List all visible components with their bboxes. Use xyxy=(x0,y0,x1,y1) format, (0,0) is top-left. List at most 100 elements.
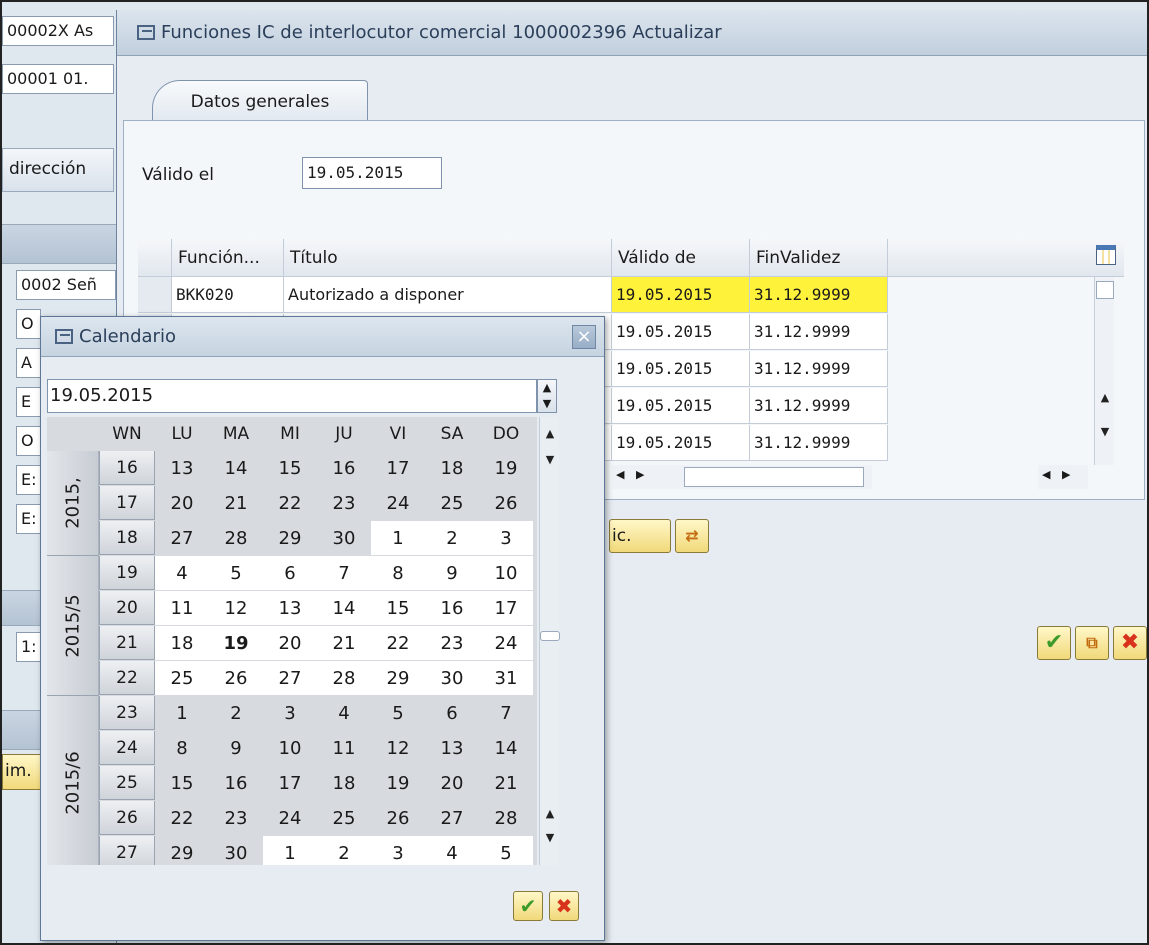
calendar-day[interactable]: 19 xyxy=(371,766,425,800)
col-header-titulo[interactable]: Título xyxy=(284,239,612,277)
calendar-day[interactable]: 14 xyxy=(209,451,263,485)
month-label[interactable]: 2015/6 xyxy=(47,696,99,865)
table-cell[interactable]: 31.12.9999 xyxy=(750,314,888,350)
calendar-scrollbar[interactable]: ▲ ▼ ▲ ▼ xyxy=(539,417,560,865)
spin-up-icon[interactable]: ▲ xyxy=(538,380,556,396)
calendar-title-bar[interactable]: Calendario xyxy=(41,317,604,357)
bg-field-left-2[interactable]: O xyxy=(16,309,41,339)
calendar-day[interactable]: 5 xyxy=(479,836,533,865)
calendar-day[interactable]: 26 xyxy=(209,661,263,695)
table-cell[interactable]: 31.12.9999 xyxy=(750,388,888,424)
calendar-day[interactable]: 20 xyxy=(155,486,209,520)
week-number[interactable]: 27 xyxy=(99,836,155,865)
bg-button-im[interactable]: im. xyxy=(2,754,42,790)
scroll-left-arrow[interactable]: ◀ xyxy=(616,468,624,481)
confirm-button[interactable]: ✔ xyxy=(1037,626,1071,660)
calendar-day[interactable]: 7 xyxy=(317,556,371,590)
calendar-day[interactable]: 17 xyxy=(371,451,425,485)
table-cell[interactable]: 19.05.2015 xyxy=(612,314,750,350)
calendar-day[interactable]: 8 xyxy=(371,556,425,590)
spin-down-icon[interactable]: ▼ xyxy=(538,396,556,412)
week-number[interactable]: 22 xyxy=(99,661,155,695)
calendar-day[interactable]: 2 xyxy=(317,836,371,865)
bg-field-left-6[interactable]: E: xyxy=(16,465,41,495)
calendar-day[interactable]: 5 xyxy=(209,556,263,590)
table-cell[interactable]: 19.05.2015 xyxy=(612,277,750,313)
cal-scroll-thumb[interactable] xyxy=(540,631,560,641)
calendar-day[interactable]: 20 xyxy=(425,766,479,800)
calendar-day[interactable]: 27 xyxy=(263,661,317,695)
calendar-day[interactable]: 22 xyxy=(371,626,425,660)
calendar-day[interactable]: 19 xyxy=(209,626,263,660)
calendar-day[interactable]: 6 xyxy=(425,696,479,730)
table-cell[interactable]: BKK020 xyxy=(172,277,284,313)
calendar-day[interactable]: 31 xyxy=(479,661,533,695)
table-cell[interactable]: Autorizado a disponer xyxy=(284,277,612,313)
col-header-valido-de[interactable]: Válido de xyxy=(612,239,750,277)
calendar-day[interactable]: 13 xyxy=(263,591,317,625)
bg-field-left-4[interactable]: E xyxy=(16,387,41,417)
week-number[interactable]: 23 xyxy=(99,696,155,730)
calendar-day[interactable]: 30 xyxy=(209,836,263,865)
calendar-day[interactable]: 15 xyxy=(371,591,425,625)
scroll-right-arrow-2[interactable]: ▶ xyxy=(1062,468,1070,481)
calendar-day[interactable]: 4 xyxy=(317,696,371,730)
calendar-confirm-button[interactable]: ✔ xyxy=(513,891,543,921)
column-layout-icon[interactable] xyxy=(1096,245,1116,265)
calendar-day[interactable]: 12 xyxy=(209,591,263,625)
month-label[interactable]: 2015/5 xyxy=(47,556,99,696)
bg-field-1[interactable]: 00002X As xyxy=(2,16,114,46)
week-number[interactable]: 18 xyxy=(99,521,155,555)
bg-field-left-7[interactable]: E: xyxy=(16,504,41,534)
week-number[interactable]: 19 xyxy=(99,556,155,590)
calendar-day[interactable]: 15 xyxy=(155,766,209,800)
month-label[interactable]: 2015, xyxy=(47,451,99,556)
calendar-day[interactable]: 6 xyxy=(263,556,317,590)
cal-scroll-down-arrow[interactable]: ▼ xyxy=(540,829,560,847)
calendar-day[interactable]: 29 xyxy=(155,836,209,865)
scroll-down-arrow[interactable]: ▼ xyxy=(1095,423,1115,441)
bg-field-left-3[interactable]: A xyxy=(16,348,41,378)
calendar-day[interactable]: 17 xyxy=(263,766,317,800)
table-cell[interactable]: 31.12.9999 xyxy=(750,277,888,313)
calendar-day[interactable]: 12 xyxy=(371,731,425,765)
tab-datos-generales[interactable]: Datos generales xyxy=(152,80,368,122)
calendar-day[interactable]: 23 xyxy=(425,626,479,660)
calendar-day[interactable]: 14 xyxy=(479,731,533,765)
table-cell[interactable]: 19.05.2015 xyxy=(612,351,750,387)
calendar-day[interactable]: 27 xyxy=(155,521,209,555)
calendar-day[interactable]: 18 xyxy=(155,626,209,660)
calendar-day[interactable]: 2 xyxy=(425,521,479,555)
calendar-day[interactable]: 11 xyxy=(317,731,371,765)
table-horizontal-scrollbar-2[interactable]: ◀ ▶ xyxy=(1038,465,1088,489)
calendar-date-input[interactable]: 19.05.2015 xyxy=(47,379,537,413)
calendar-day[interactable]: 5 xyxy=(371,696,425,730)
date-spinner[interactable]: ▲ ▼ xyxy=(537,379,557,413)
calendar-day[interactable]: 20 xyxy=(263,626,317,660)
calendar-day[interactable]: 27 xyxy=(425,801,479,835)
calendar-day[interactable]: 25 xyxy=(317,801,371,835)
calendar-day[interactable]: 23 xyxy=(209,801,263,835)
scroll-left-arrow-2[interactable]: ◀ xyxy=(1042,468,1050,481)
calendar-day[interactable]: 22 xyxy=(155,801,209,835)
calendar-day[interactable]: 2 xyxy=(209,696,263,730)
calendar-day[interactable]: 1 xyxy=(263,836,317,865)
table-cell[interactable]: 19.05.2015 xyxy=(612,425,750,461)
table-cell[interactable]: 31.12.9999 xyxy=(750,425,888,461)
calendar-day[interactable]: 30 xyxy=(425,661,479,695)
calendar-day[interactable]: 19 xyxy=(479,451,533,485)
calendar-day[interactable]: 17 xyxy=(479,591,533,625)
calendar-day[interactable]: 3 xyxy=(371,836,425,865)
bg-tab-direccion[interactable]: dirección xyxy=(2,148,114,192)
close-button[interactable]: × xyxy=(572,325,596,349)
calendar-day[interactable]: 28 xyxy=(479,801,533,835)
calendar-day[interactable]: 14 xyxy=(317,591,371,625)
cancel-button[interactable]: ✖ xyxy=(1113,626,1147,660)
calendar-day[interactable]: 11 xyxy=(155,591,209,625)
col-header-funcion[interactable]: Función... xyxy=(172,239,284,277)
week-number[interactable]: 24 xyxy=(99,731,155,765)
row-selector[interactable] xyxy=(138,277,172,313)
table-horizontal-scrollbar[interactable]: ◀ ▶ xyxy=(612,465,872,489)
week-number[interactable]: 17 xyxy=(99,486,155,520)
week-number[interactable]: 20 xyxy=(99,591,155,625)
